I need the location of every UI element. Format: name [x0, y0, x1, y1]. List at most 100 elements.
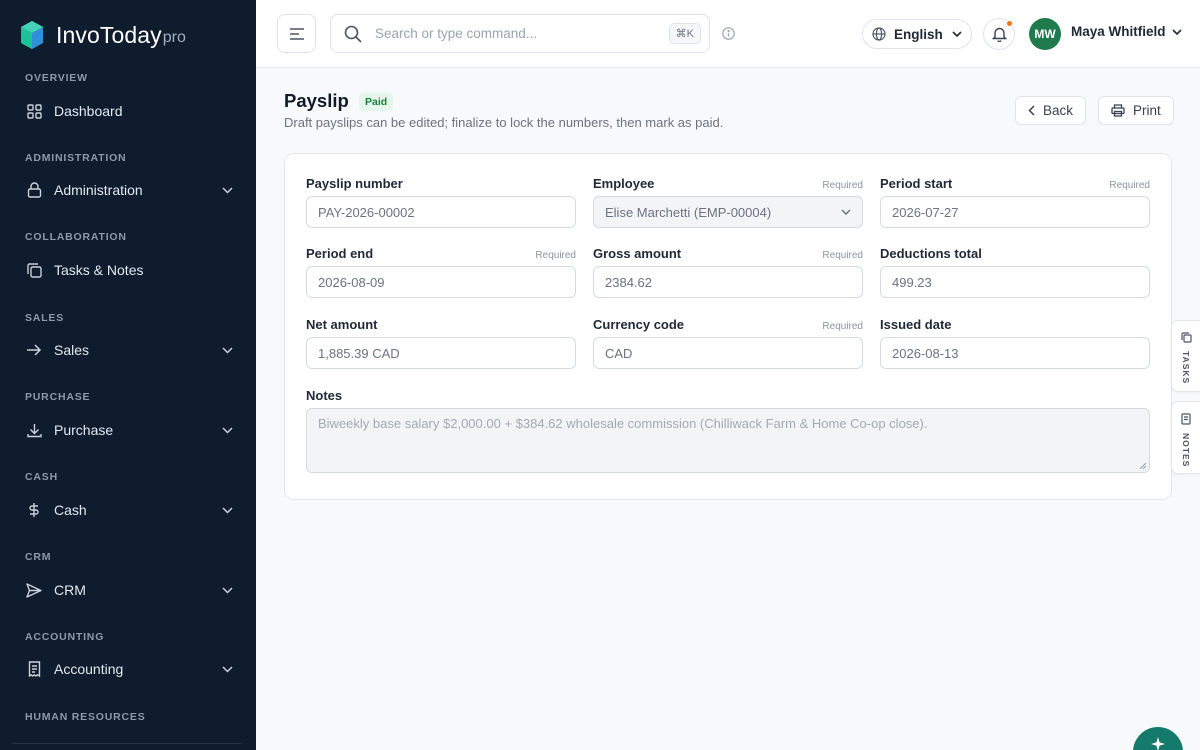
- required-indicator: Required: [822, 250, 863, 261]
- sidebar-item-administration[interactable]: Administration: [14, 171, 242, 209]
- field-label: Net amount: [306, 317, 378, 332]
- print-button[interactable]: Print: [1098, 96, 1174, 125]
- sidebar-item-label: Dashboard: [54, 103, 123, 119]
- back-button[interactable]: Back: [1015, 96, 1087, 125]
- chevron-down-icon: [212, 665, 242, 673]
- field-period-start: Period start Required 2026-07-27: [880, 176, 1150, 228]
- printer-icon: [1111, 104, 1125, 117]
- field-payslip-number: Payslip number PAY-2026-00002: [306, 176, 576, 228]
- topbar: ⌘K English MW Maya Whitfield: [256, 0, 1200, 68]
- user-menu[interactable]: Maya Whitfield: [1071, 24, 1182, 39]
- field-currency-code: Currency code Required CAD: [593, 317, 863, 369]
- section-label-accounting: ACCOUNTING: [25, 631, 105, 643]
- tasks-side-tab[interactable]: TASKS: [1171, 320, 1200, 392]
- menu-toggle-button[interactable]: [277, 14, 316, 53]
- notebook-icon: [1181, 413, 1191, 425]
- sidebar-item-label: Cash: [54, 502, 87, 518]
- sidebar: InvoToday pro OVERVIEW Dashboard ADMINIS…: [0, 0, 256, 750]
- required-indicator: Required: [822, 180, 863, 191]
- sparkle-icon: [1151, 737, 1165, 750]
- shortcut-hint: ⌘K: [668, 23, 701, 44]
- quick-action-button[interactable]: [1133, 727, 1183, 750]
- period-start-input[interactable]: 2026-07-27: [880, 196, 1150, 228]
- sidebar-item-label: Sales: [54, 342, 90, 358]
- user-name: Maya Whitfield: [1071, 24, 1166, 39]
- back-label: Back: [1043, 103, 1074, 118]
- brand-suffix: pro: [162, 29, 186, 46]
- sidebar-item-purchase[interactable]: Purchase: [14, 411, 242, 449]
- chevron-down-icon: [952, 31, 962, 37]
- copy-icon: [14, 262, 54, 278]
- menu-icon: [289, 27, 304, 40]
- employee-value: Elise Marchetti (EMP-00004): [605, 204, 772, 220]
- section-label-human-resources: HUMAN RESOURCES: [25, 711, 146, 723]
- sidebar-item-tasks-notes[interactable]: Tasks & Notes: [14, 251, 242, 289]
- bell-icon: [991, 27, 1007, 42]
- payslip-form-card: Payslip number PAY-2026-00002 Employee R…: [284, 153, 1172, 500]
- status-badge: Paid: [359, 93, 394, 111]
- field-notes: Notes Biweekly base salary $2,000.00 + $…: [306, 388, 1150, 473]
- chevron-down-icon: [1171, 28, 1182, 35]
- field-label: Deductions total: [880, 246, 982, 261]
- chevron-left-icon: [1028, 105, 1035, 116]
- field-label: Notes: [306, 388, 343, 403]
- sidebar-item-label: Administration: [54, 182, 143, 198]
- required-indicator: Required: [822, 321, 863, 332]
- globe-icon: [872, 27, 886, 41]
- currency-code-input[interactable]: CAD: [593, 337, 863, 369]
- search-input[interactable]: [375, 26, 669, 41]
- sidebar-item-label: Purchase: [54, 422, 114, 438]
- receipt-icon: [14, 661, 54, 677]
- section-label-collaboration: COLLABORATION: [25, 231, 127, 243]
- tasks-tab-label: TASKS: [1181, 351, 1191, 385]
- sidebar-item-sales[interactable]: Sales: [14, 331, 242, 369]
- period-end-input[interactable]: 2026-08-09: [306, 266, 576, 298]
- avatar[interactable]: MW: [1029, 18, 1061, 50]
- field-period-end: Period end Required 2026-08-09: [306, 246, 576, 298]
- lock-icon: [14, 182, 54, 198]
- send-icon: [14, 582, 54, 598]
- brand-name: InvoToday: [56, 21, 162, 48]
- language-label: English: [894, 26, 943, 42]
- search-bar[interactable]: ⌘K: [330, 14, 710, 53]
- page-title: Payslip: [284, 90, 349, 111]
- field-label: Issued date: [880, 317, 952, 332]
- field-employee: Employee Required Elise Marchetti (EMP-0…: [593, 176, 863, 228]
- notes-textarea[interactable]: Biweekly base salary $2,000.00 + $384.62…: [306, 408, 1150, 473]
- net-amount-input[interactable]: 1,885.39 CAD: [306, 337, 576, 369]
- sidebar-item-accounting[interactable]: Accounting: [14, 650, 242, 688]
- section-label-cash: CASH: [25, 471, 58, 483]
- payslip-number-input[interactable]: PAY-2026-00002: [306, 196, 576, 228]
- grid-icon: [14, 103, 54, 119]
- chevron-down-icon: [212, 346, 242, 354]
- deductions-total-input[interactable]: 499.23: [880, 266, 1150, 298]
- field-net-amount: Net amount 1,885.39 CAD: [306, 317, 576, 369]
- resize-handle-icon[interactable]: [1139, 462, 1147, 470]
- copy-icon: [1180, 332, 1192, 343]
- notes-tab-label: NOTES: [1181, 433, 1191, 468]
- chevron-down-icon: [212, 426, 242, 434]
- required-indicator: Required: [535, 250, 576, 261]
- dollar-icon: [14, 502, 54, 518]
- info-icon[interactable]: [722, 27, 735, 45]
- issued-date-input[interactable]: 2026-08-13: [880, 337, 1150, 369]
- gross-amount-input[interactable]: 2384.62: [593, 266, 863, 298]
- chevron-down-icon: [212, 506, 242, 514]
- field-gross-amount: Gross amount Required 2384.62: [593, 246, 863, 298]
- notes-side-tab[interactable]: NOTES: [1171, 401, 1200, 474]
- brand[interactable]: InvoToday pro: [18, 18, 186, 52]
- notes-value: Biweekly base salary $2,000.00 + $384.62…: [318, 416, 928, 431]
- field-issued-date: Issued date 2026-08-13: [880, 317, 1150, 369]
- language-selector[interactable]: English: [862, 19, 972, 49]
- sidebar-item-dashboard[interactable]: Dashboard: [14, 92, 242, 130]
- required-indicator: Required: [1109, 180, 1150, 191]
- notifications-button[interactable]: [983, 18, 1015, 50]
- section-label-overview: OVERVIEW: [25, 72, 88, 84]
- chevron-down-icon: [841, 209, 851, 215]
- sidebar-item-cash[interactable]: Cash: [14, 491, 242, 529]
- sidebar-item-label: CRM: [54, 582, 86, 598]
- employee-select[interactable]: Elise Marchetti (EMP-00004): [593, 196, 863, 228]
- sidebar-item-crm[interactable]: CRM: [14, 571, 242, 609]
- section-label-administration: ADMINISTRATION: [25, 152, 127, 164]
- section-label-sales: SALES: [25, 312, 65, 324]
